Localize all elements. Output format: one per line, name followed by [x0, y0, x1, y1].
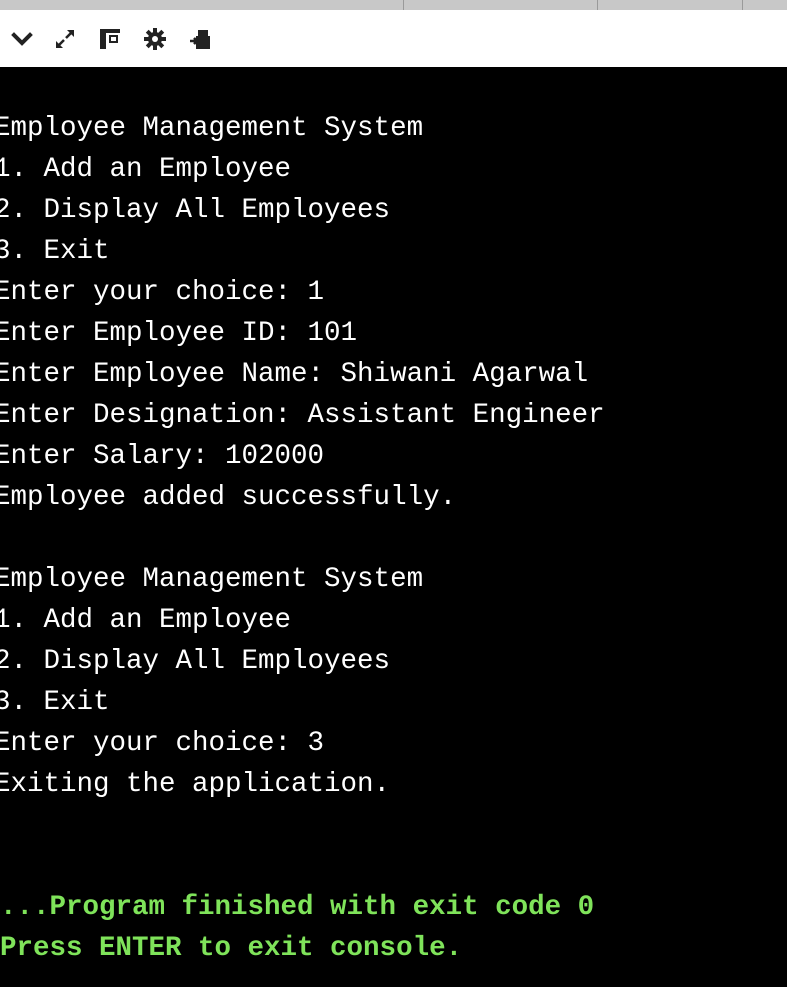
console-toolbar — [0, 10, 787, 67]
console-line: Enter Employee ID: 101 — [0, 318, 358, 349]
strip-divider — [742, 0, 743, 10]
console-line: Employee Management System — [0, 564, 424, 595]
console-line: Exiting the application. — [0, 769, 391, 800]
console-line: Employee Management System — [0, 113, 424, 144]
console-line: 1. Add an Employee — [0, 605, 292, 636]
share-icon[interactable] — [188, 27, 212, 51]
console-line: Enter your choice: 1 — [0, 277, 325, 308]
console-line: 1. Add an Employee — [0, 154, 292, 185]
console-line: 3. Exit — [0, 236, 110, 267]
press-enter-prompt: Press ENTER to exit console. — [0, 933, 463, 964]
strip-divider — [597, 0, 598, 10]
exit-status-line: ...Program finished with exit code 0 — [0, 892, 595, 923]
console-line: Enter your choice: 3 — [0, 728, 325, 759]
chevron-down-icon[interactable] — [10, 27, 34, 51]
strip-divider — [403, 0, 404, 10]
console-line: Enter Employee Name: Shiwani Agarwal — [0, 359, 589, 390]
console-line: 2. Display All Employees — [0, 646, 391, 677]
console-line: Enter Salary: 102000 — [0, 441, 325, 472]
console-line: Enter Designation: Assistant Engineer — [0, 400, 605, 431]
console-line: Employee added successfully. — [0, 482, 457, 513]
window-top-strip — [0, 0, 787, 10]
layout-icon[interactable] — [98, 27, 122, 51]
console-line: 3. Exit — [0, 687, 110, 718]
console-line: 2. Display All Employees — [0, 195, 391, 226]
console-output[interactable]: Employee Management System 1. Add an Emp… — [0, 67, 787, 987]
expand-icon[interactable] — [53, 27, 77, 51]
gear-icon[interactable] — [143, 27, 167, 51]
